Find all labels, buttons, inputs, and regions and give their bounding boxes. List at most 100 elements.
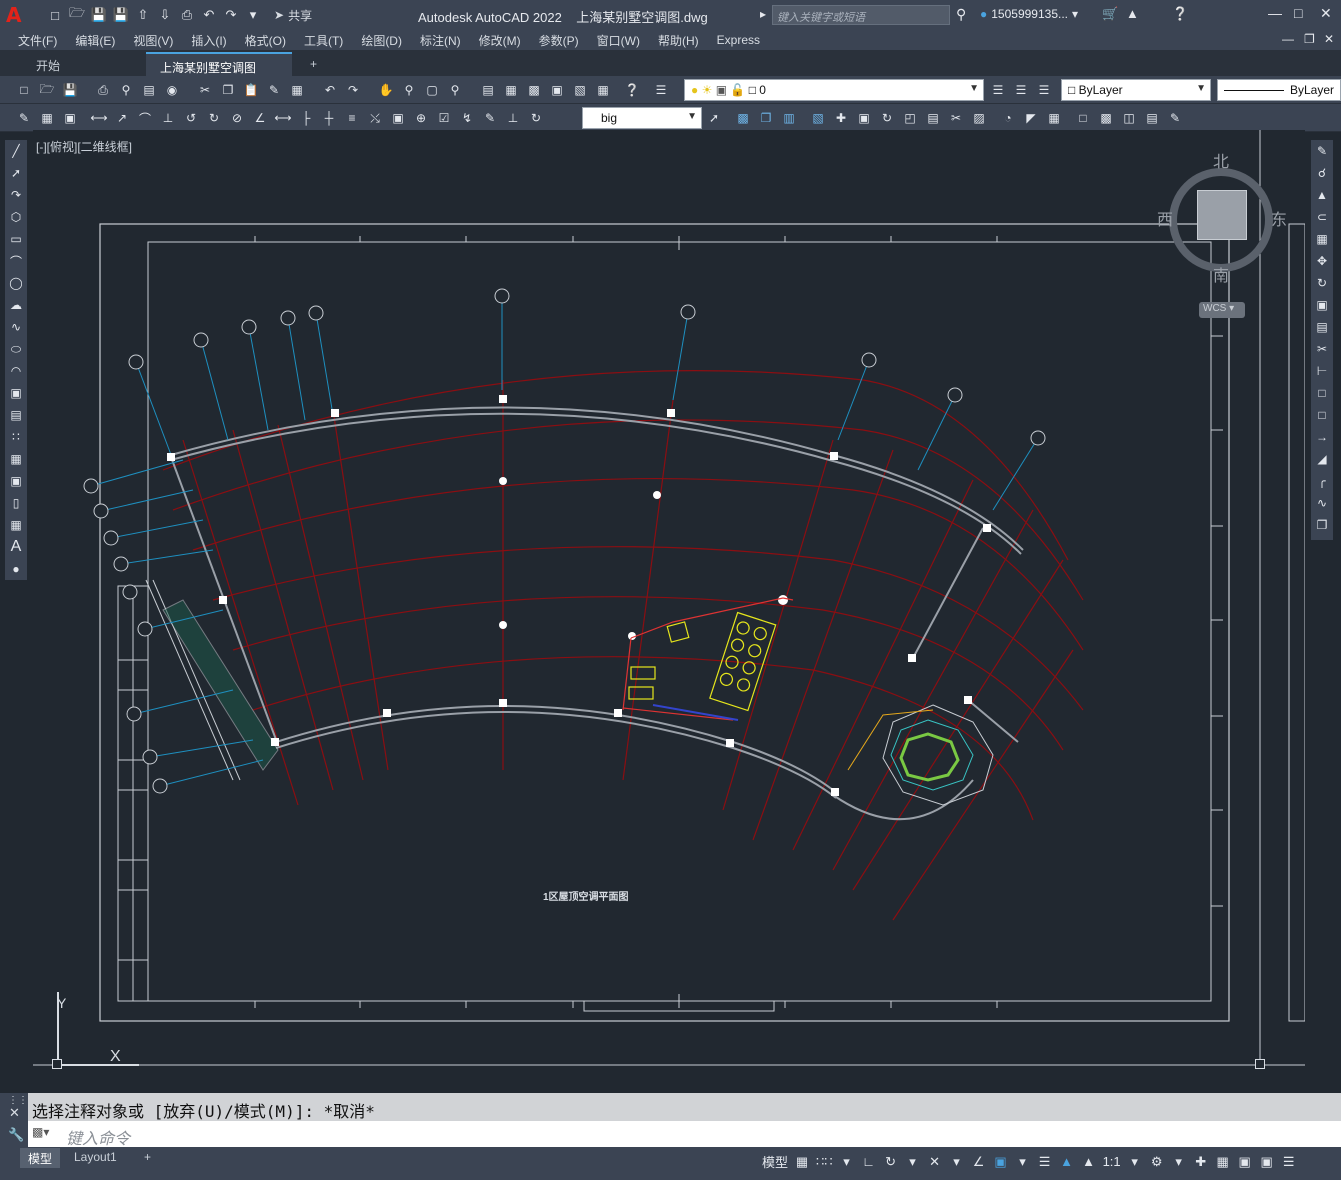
open-file-icon[interactable]: 🗁 — [68, 5, 86, 24]
ordinate-dimension-icon[interactable]: ⊥ — [158, 108, 178, 128]
layer-previous-icon[interactable]: ☰ — [1011, 80, 1031, 100]
annotation-visibility-icon[interactable]: ▲ — [1059, 1154, 1075, 1169]
autodesk-app-icon[interactable]: ▲ — [1126, 6, 1139, 21]
clean-screen-icon[interactable]: ▣ — [1259, 1154, 1275, 1170]
light-bulb-icon[interactable]: ● — [691, 83, 698, 97]
extend-icon[interactable]: ⊢ — [1311, 360, 1333, 382]
copy-object-icon[interactable]: ❐ — [756, 108, 776, 128]
dimension-space-icon[interactable]: ≡ — [342, 108, 362, 128]
ellipse-arc-icon[interactable]: ◠ — [5, 360, 27, 382]
menu-file[interactable]: 文件(F) — [0, 32, 57, 49]
menu-window[interactable]: 窗口(W) — [579, 32, 640, 49]
chamfer-icon[interactable]: ▦ — [1044, 108, 1064, 128]
attribute-icon[interactable]: ▣ — [60, 108, 80, 128]
layer-dropdown[interactable]: ● ☀ ▣ 🔓 □ 0 ▼ — [684, 79, 984, 101]
snap-icon[interactable]: ∷∷ — [816, 1154, 833, 1170]
app-logo[interactable]: A — [6, 4, 28, 26]
pan-icon[interactable]: ✋ — [376, 80, 396, 100]
menu-help[interactable]: 帮助(H) — [640, 32, 699, 49]
layer-state-icon[interactable]: ☰ — [1034, 80, 1054, 100]
drawing-viewport[interactable]: [-][俯视][二维线框] 1区屋顶空调平面图 北 南 东 西 WCS ▾ Y … — [33, 130, 1305, 1088]
trim-icon[interactable]: ✂ — [946, 108, 966, 128]
hatch-icon[interactable]: ▦ — [5, 448, 27, 470]
multiline-text-icon[interactable]: A — [5, 536, 27, 558]
spline-icon[interactable]: ∿ — [5, 316, 27, 338]
viewcube[interactable]: 北 南 东 西 — [1157, 154, 1287, 285]
draw-order-icon[interactable]: ✎ — [1165, 108, 1185, 128]
publish-icon[interactable]: ▤ — [139, 80, 159, 100]
design-center-icon[interactable]: ▦ — [501, 80, 521, 100]
sun-icon[interactable]: ☀ — [702, 83, 713, 97]
dimension-edit-icon[interactable]: ✎ — [480, 108, 500, 128]
chevron-down-icon[interactable]: ▾ — [905, 1154, 921, 1170]
blend-curves-icon[interactable]: ∿ — [1311, 492, 1333, 514]
scale-icon[interactable]: ◰ — [900, 108, 920, 128]
rotate-icon[interactable]: ↻ — [1311, 272, 1333, 294]
arc-icon[interactable]: ⌒ — [5, 250, 27, 272]
tool-palettes-icon[interactable]: ▩ — [524, 80, 544, 100]
array-icon[interactable]: ▦ — [1311, 228, 1333, 250]
angular-dimension-icon[interactable]: ∠ — [250, 108, 270, 128]
viewport-freeze-icon[interactable]: ▣ — [716, 83, 727, 97]
markup-icon[interactable]: ▧ — [570, 80, 590, 100]
dimension-style-icon[interactable]: ➚ — [704, 108, 724, 128]
menu-insert[interactable]: 插入(I) — [173, 32, 226, 49]
copy-icon[interactable]: ❐ — [218, 80, 238, 100]
jogged-linear-icon[interactable]: ↯ — [457, 108, 477, 128]
add-layout-button[interactable]: + — [136, 1148, 159, 1168]
mirror-icon[interactable]: ▥ — [779, 108, 799, 128]
open-web-icon[interactable]: ⇧ — [134, 6, 152, 24]
scale-icon[interactable]: ▣ — [1311, 294, 1333, 316]
revision-cloud-icon[interactable]: ☁ — [5, 294, 27, 316]
match-properties-icon[interactable]: ✎ — [264, 80, 284, 100]
break-icon[interactable]: □ — [1311, 404, 1333, 426]
command-input[interactable]: ▩▾ 键入命令 — [28, 1121, 1341, 1148]
inspection-icon[interactable]: ☑ — [434, 108, 454, 128]
explode-icon[interactable]: ▩ — [1096, 108, 1116, 128]
compass-west[interactable]: 西 — [1157, 206, 1173, 230]
open-icon[interactable]: 🗁 — [37, 80, 57, 100]
chamfer-icon[interactable]: ◢ — [1311, 448, 1333, 470]
offset-icon[interactable]: ▧ — [808, 108, 828, 128]
menu-tools[interactable]: 工具(T) — [286, 32, 343, 49]
rectangle-icon[interactable]: ▭ — [5, 228, 27, 250]
join-icon[interactable]: → — [1311, 426, 1333, 448]
chevron-down-icon[interactable]: ▾ — [949, 1154, 965, 1170]
object-snap-icon[interactable]: ▣ — [993, 1154, 1009, 1170]
copy-icon[interactable]: ☌ — [1311, 162, 1333, 184]
point-icon[interactable]: ∷ — [5, 426, 27, 448]
chevron-down-icon[interactable]: ▾ — [1015, 1154, 1031, 1170]
color-dropdown[interactable]: □ ByLayer ▼ — [1061, 79, 1211, 101]
line-icon[interactable]: ╱ — [5, 140, 27, 162]
circle-icon[interactable]: ◯ — [5, 272, 27, 294]
grid-icon[interactable]: ▦ — [794, 1154, 810, 1170]
model-layout-tab[interactable]: 模型 — [20, 1148, 61, 1168]
ortho-icon[interactable]: ∟ — [861, 1154, 877, 1169]
redo-icon[interactable]: ↷ — [222, 6, 240, 24]
fillet-icon[interactable]: □ — [1073, 108, 1093, 128]
workspace-gear-icon[interactable]: ⚙ — [1149, 1154, 1165, 1170]
polyline-icon[interactable]: ↷ — [5, 184, 27, 206]
extend-icon[interactable]: ▨ — [969, 108, 989, 128]
annotation-monitor-icon[interactable]: ✚ — [1193, 1154, 1209, 1170]
linear-dimension-icon[interactable]: ⟷ — [89, 108, 109, 128]
quick-dimension-icon[interactable]: ⟷ — [273, 108, 293, 128]
gradient-icon[interactable]: ▣ — [5, 470, 27, 492]
customize-wrench-icon[interactable]: 🔧 — [8, 1127, 24, 1143]
lock-icon[interactable]: 🔓 — [730, 83, 745, 97]
tab-drawing[interactable]: 上海某别墅空调图*✕ — [146, 52, 292, 90]
lineweight-icon[interactable]: ☰ — [1037, 1154, 1053, 1170]
block-editor-icon[interactable]: ▦ — [287, 80, 307, 100]
sheet-set-icon[interactable]: ▣ — [547, 80, 567, 100]
chevron-down-icon[interactable]: ▾ — [1127, 1154, 1143, 1170]
new-icon[interactable]: □ — [14, 80, 34, 100]
object-snap-tracking-icon[interactable]: ∠ — [971, 1154, 987, 1170]
chevron-down-icon[interactable]: ▾ — [839, 1154, 855, 1170]
auto-scale-icon[interactable]: ▲ — [1081, 1154, 1097, 1169]
calculator-icon[interactable]: ▦ — [593, 80, 613, 100]
share-button[interactable]: ➤ 共享 — [274, 7, 312, 24]
menu-parametric[interactable]: 参数(P) — [521, 32, 579, 49]
menu-express[interactable]: Express — [699, 33, 760, 47]
compass-north[interactable]: 北 — [1213, 148, 1229, 172]
compass-south[interactable]: 南 — [1213, 262, 1229, 286]
